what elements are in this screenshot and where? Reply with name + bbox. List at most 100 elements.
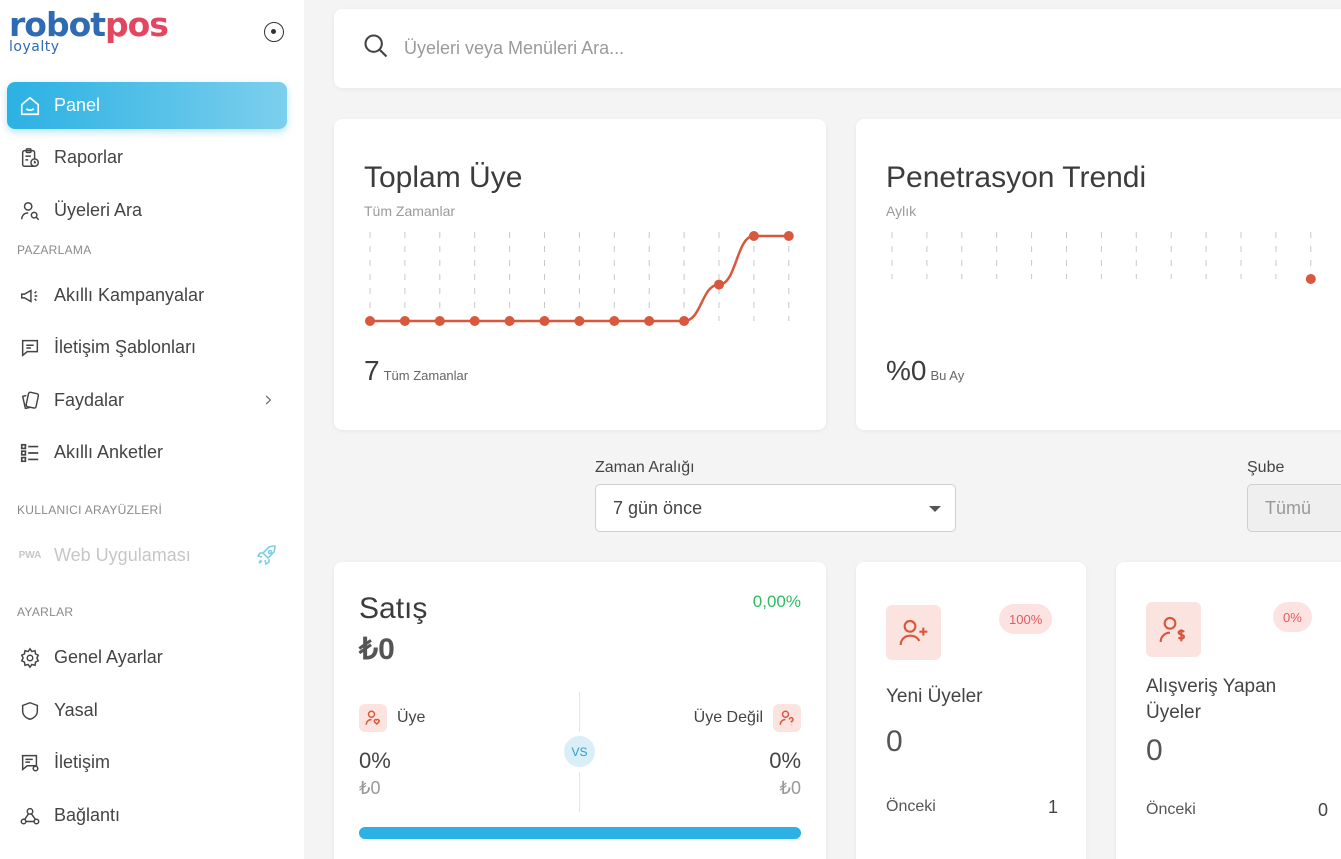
data-point [714, 279, 724, 290]
divider [579, 692, 580, 732]
sidebar-item-label: İletişim [54, 752, 111, 772]
previous-label: Önceki [1146, 801, 1196, 818]
clipboard-clock-icon [17, 145, 43, 171]
sidebar-item-reports[interactable]: Raporlar [7, 134, 287, 181]
sidebar-item-label: Genel Ayarlar [54, 647, 163, 667]
message-settings-icon [17, 750, 43, 776]
data-point [748, 231, 759, 241]
card-value-number: 7 [364, 355, 380, 386]
member-share-progress-bar [359, 827, 801, 839]
gear-icon [17, 645, 43, 671]
sidebar-item-smart-campaigns[interactable]: Akıllı Kampanyalar [7, 272, 287, 319]
card-title: Alışveriş Yapan Üyeler [1146, 676, 1277, 723]
sidebar-item-label: Web Uygulaması [54, 545, 191, 565]
message-icon [17, 335, 43, 361]
rocket-icon [255, 543, 279, 572]
data-point [783, 231, 794, 241]
search-input[interactable] [404, 38, 1004, 59]
section-marketing: PAZARLAMA [17, 243, 92, 257]
data-point [399, 316, 410, 326]
sidebar-item-label: Panel [54, 95, 101, 115]
card-title: Yeni Üyeler [886, 686, 983, 707]
caret-down-icon [929, 506, 941, 512]
webhook-icon [17, 803, 43, 829]
card-value: %0 Bu Ay [886, 355, 964, 387]
pwa-icon: PWA [18, 550, 42, 561]
section-settings: AYARLAR [17, 605, 74, 619]
sales-amount: ₺0 [359, 633, 395, 666]
total-members-card: Toplam Üye Tüm Zamanlar 7 Tüm Zamanlar [334, 119, 826, 430]
nonmember-percent: 0% [769, 748, 801, 773]
data-point [434, 316, 445, 326]
nonmember-amount: ₺0 [779, 778, 801, 798]
search-bar [334, 9, 1341, 88]
sidebar-item-label: Akıllı Kampanyalar [54, 285, 205, 305]
sidebar-item-label: Yasal [54, 700, 98, 720]
previous-label: Önceki [886, 798, 936, 815]
sidebar-item-contact[interactable]: İletişim [7, 739, 287, 786]
user-question-icon [773, 704, 801, 732]
user-heart-icon [359, 704, 387, 732]
divider [579, 772, 580, 812]
card-value: 0 [886, 725, 903, 758]
branch-value: Tümü [1265, 497, 1312, 518]
change-badge: 0% [1273, 602, 1312, 632]
nonmember-label: Üye Değil [693, 709, 763, 726]
total-members-chart [365, 231, 794, 326]
card-value: 0 [1146, 734, 1163, 767]
brand-logo[interactable]: robotpos loyalty [9, 5, 169, 56]
change-badge: 100% [999, 604, 1053, 634]
logo-text-pos: pos [105, 5, 169, 44]
penetration-trend-chart [891, 232, 1316, 284]
time-range-value: 7 gün önce [613, 497, 703, 518]
data-point [679, 316, 690, 326]
sidebar-item-search-members[interactable]: Üyeleri Ara [7, 187, 287, 234]
sidebar-item-benefits[interactable]: Faydalar [7, 377, 287, 424]
data-point [365, 316, 375, 326]
branch-select[interactable]: Tümü [1247, 484, 1341, 532]
time-range-label: Zaman Aralığı [595, 459, 695, 476]
sidebar-item-label: İletişim Şablonları [54, 337, 197, 357]
card-value-number: %0 [886, 355, 927, 386]
section-user-interfaces: KULLANICI ARAYÜZLERİ [17, 503, 163, 517]
member-label: Üye [397, 709, 426, 726]
user-dollar-icon [1146, 602, 1201, 657]
sidebar-item-web-app[interactable]: PWA Web Uygulaması [7, 532, 287, 579]
sidebar-item-smart-surveys[interactable]: Akıllı Anketler [7, 429, 287, 476]
sidebar-item-label: Faydalar [54, 390, 125, 410]
data-point [469, 316, 480, 326]
member-percent: 0% [359, 748, 391, 773]
sidebar-item-general-settings[interactable]: Genel Ayarlar [7, 634, 287, 681]
sidebar-item-legal[interactable]: Yasal [7, 687, 287, 734]
vs-badge: VS [564, 736, 595, 767]
sales-change: 0,00% [752, 592, 801, 611]
penetration-trend-card: Penetrasyon Trendi Aylık %0 Bu Ay [856, 119, 1341, 430]
user-plus-icon [886, 605, 941, 660]
sidebar-item-label: Akıllı Anketler [54, 442, 164, 462]
time-range-select[interactable]: 7 gün önce [595, 484, 956, 532]
sales-card: Satış ₺0 0,00% Üye Üye Değil VS 0% ₺0 0%… [334, 562, 826, 859]
sidebar-item-connection[interactable]: Bağlantı [7, 792, 287, 839]
data-point [574, 316, 585, 326]
card-value-label: Bu Ay [930, 368, 965, 383]
chevron-right-icon [261, 391, 275, 412]
card-value-label: Tüm Zamanlar [383, 368, 469, 383]
home-icon [17, 93, 43, 119]
data-point [644, 316, 655, 326]
branch-label: Şube [1247, 459, 1285, 476]
checklist-icon [17, 440, 43, 466]
data-point [609, 316, 620, 326]
megaphone-icon [17, 283, 43, 309]
data-point [504, 316, 515, 326]
sidebar: robotpos loyalty Panel Raporlar Üyeleri … [0, 0, 304, 859]
card-value: 7 Tüm Zamanlar [364, 355, 468, 387]
data-point [539, 316, 550, 326]
sidebar-toggle-icon[interactable] [264, 22, 284, 42]
sidebar-item-label: Raporlar [54, 147, 124, 167]
sidebar-item-label: Bağlantı [54, 805, 121, 825]
new-members-card: 100% Yeni Üyeler 0 Önceki 1 [856, 562, 1086, 859]
search-icon[interactable] [362, 32, 390, 65]
data-point [1305, 274, 1316, 284]
sidebar-item-panel[interactable]: Panel [7, 82, 287, 129]
sidebar-item-communication-templates[interactable]: İletişim Şablonları [7, 324, 287, 371]
